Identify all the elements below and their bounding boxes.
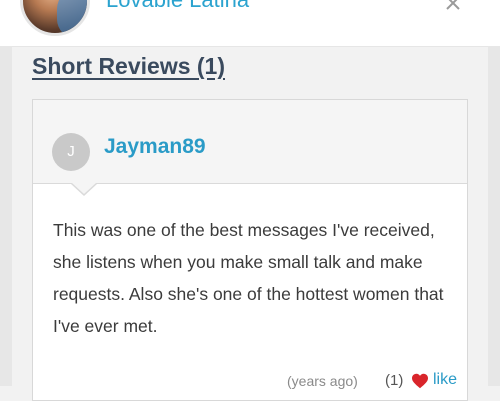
review-text: This was one of the best messages I've r… [53, 220, 444, 336]
profile-header: Lovable Latina [0, 0, 500, 47]
review-card: J Jayman89 This was one of the best mess… [32, 99, 468, 401]
like-link[interactable]: like [433, 371, 457, 389]
left-rail [0, 46, 12, 386]
reviewer-avatar[interactable]: J [52, 133, 90, 171]
profile-name[interactable]: Lovable Latina [106, 0, 249, 13]
heart-icon[interactable] [411, 373, 429, 389]
speech-pointer-fill [72, 183, 96, 194]
right-rail [488, 46, 500, 386]
review-footer: (years ago) (1) like [33, 370, 467, 390]
close-icon[interactable] [444, 0, 462, 12]
review-timestamp: (years ago) [287, 373, 358, 389]
reviewer-name[interactable]: Jayman89 [104, 135, 206, 159]
profile-avatar[interactable] [20, 0, 90, 36]
section-title[interactable]: Short Reviews (1) [32, 53, 225, 80]
reviewer-header: J Jayman89 [33, 100, 467, 184]
